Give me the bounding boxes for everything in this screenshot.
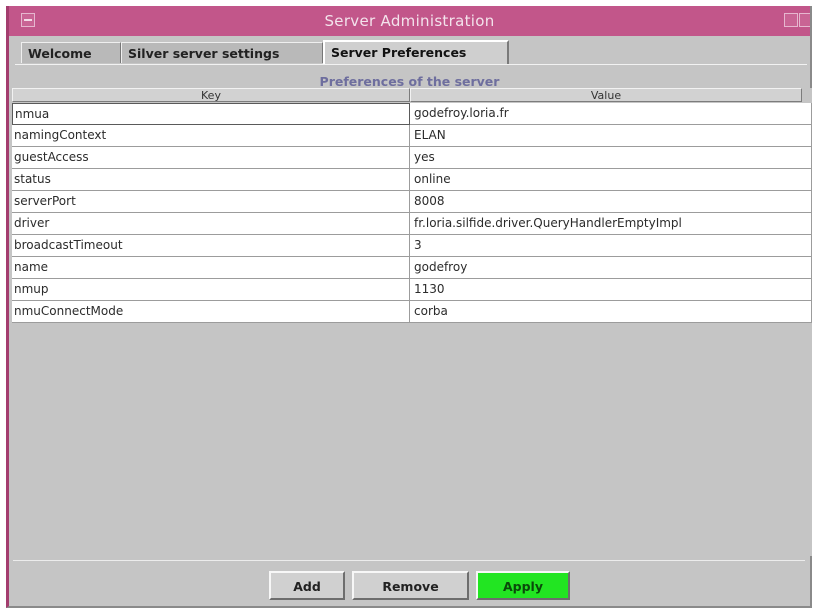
- value-cell[interactable]: corba: [410, 301, 812, 323]
- key-cell[interactable]: driver: [12, 213, 410, 235]
- table-row[interactable]: serverPort 8008: [12, 191, 812, 213]
- value-cell[interactable]: online: [410, 169, 812, 191]
- tab-bar: Welcome Silver server settings Server Pr…: [15, 40, 807, 65]
- key-cell[interactable]: broadcastTimeout: [12, 235, 410, 257]
- table-row[interactable]: nmuConnectMode corba: [12, 301, 812, 323]
- value-cell[interactable]: godefroy.loria.fr: [410, 103, 812, 125]
- key-cell[interactable]: nmuConnectMode: [12, 301, 410, 323]
- maximize-icon[interactable]: [799, 13, 810, 27]
- value-cell[interactable]: ELAN: [410, 125, 812, 147]
- table-header: Key Value: [10, 88, 802, 102]
- tab-server-preferences[interactable]: Server Preferences: [323, 40, 509, 65]
- tab-divider: [15, 64, 807, 65]
- column-header-value[interactable]: Value: [410, 88, 802, 102]
- key-cell[interactable]: status: [12, 169, 410, 191]
- table-row[interactable]: nmup 1130: [12, 279, 812, 301]
- key-cell[interactable]: name: [12, 257, 410, 279]
- table-row[interactable]: nmua godefroy.loria.fr: [12, 103, 812, 125]
- value-cell[interactable]: yes: [410, 147, 812, 169]
- key-cell[interactable]: serverPort: [12, 191, 410, 213]
- table-row[interactable]: broadcastTimeout 3: [12, 235, 812, 257]
- preferences-table: Key Value nmua godefroy.loria.fr namingC…: [10, 88, 812, 556]
- panel-title: Preferences of the server: [319, 74, 500, 89]
- value-cell[interactable]: 3: [410, 235, 812, 257]
- title-bar[interactable]: Server Administration: [9, 6, 810, 36]
- value-cell[interactable]: 1130: [410, 279, 812, 301]
- key-cell[interactable]: namingContext: [12, 125, 410, 147]
- button-bar-divider: [13, 560, 805, 561]
- tab-silver-server-settings[interactable]: Silver server settings: [121, 42, 323, 63]
- table-row[interactable]: status online: [12, 169, 812, 191]
- value-cell[interactable]: 8008: [410, 191, 812, 213]
- table-row[interactable]: name godefroy: [12, 257, 812, 279]
- table-row[interactable]: guestAccess yes: [12, 147, 812, 169]
- key-cell[interactable]: nmua: [12, 103, 410, 125]
- apply-button[interactable]: Apply: [476, 571, 570, 600]
- table-row[interactable]: driver fr.loria.silfide.driver.QueryHand…: [12, 213, 812, 235]
- key-cell[interactable]: nmup: [12, 279, 410, 301]
- window-title: Server Administration: [324, 12, 495, 30]
- button-bar: Add Remove Apply: [9, 560, 810, 600]
- table-row[interactable]: namingContext ELAN: [12, 125, 812, 147]
- value-cell[interactable]: fr.loria.silfide.driver.QueryHandlerEmpt…: [410, 213, 812, 235]
- column-header-key[interactable]: Key: [12, 88, 410, 102]
- minimize-icon[interactable]: [784, 13, 798, 27]
- remove-button[interactable]: Remove: [352, 571, 469, 600]
- tab-welcome[interactable]: Welcome: [21, 42, 121, 63]
- value-cell[interactable]: godefroy: [410, 257, 812, 279]
- add-button[interactable]: Add: [269, 571, 345, 600]
- key-cell[interactable]: guestAccess: [12, 147, 410, 169]
